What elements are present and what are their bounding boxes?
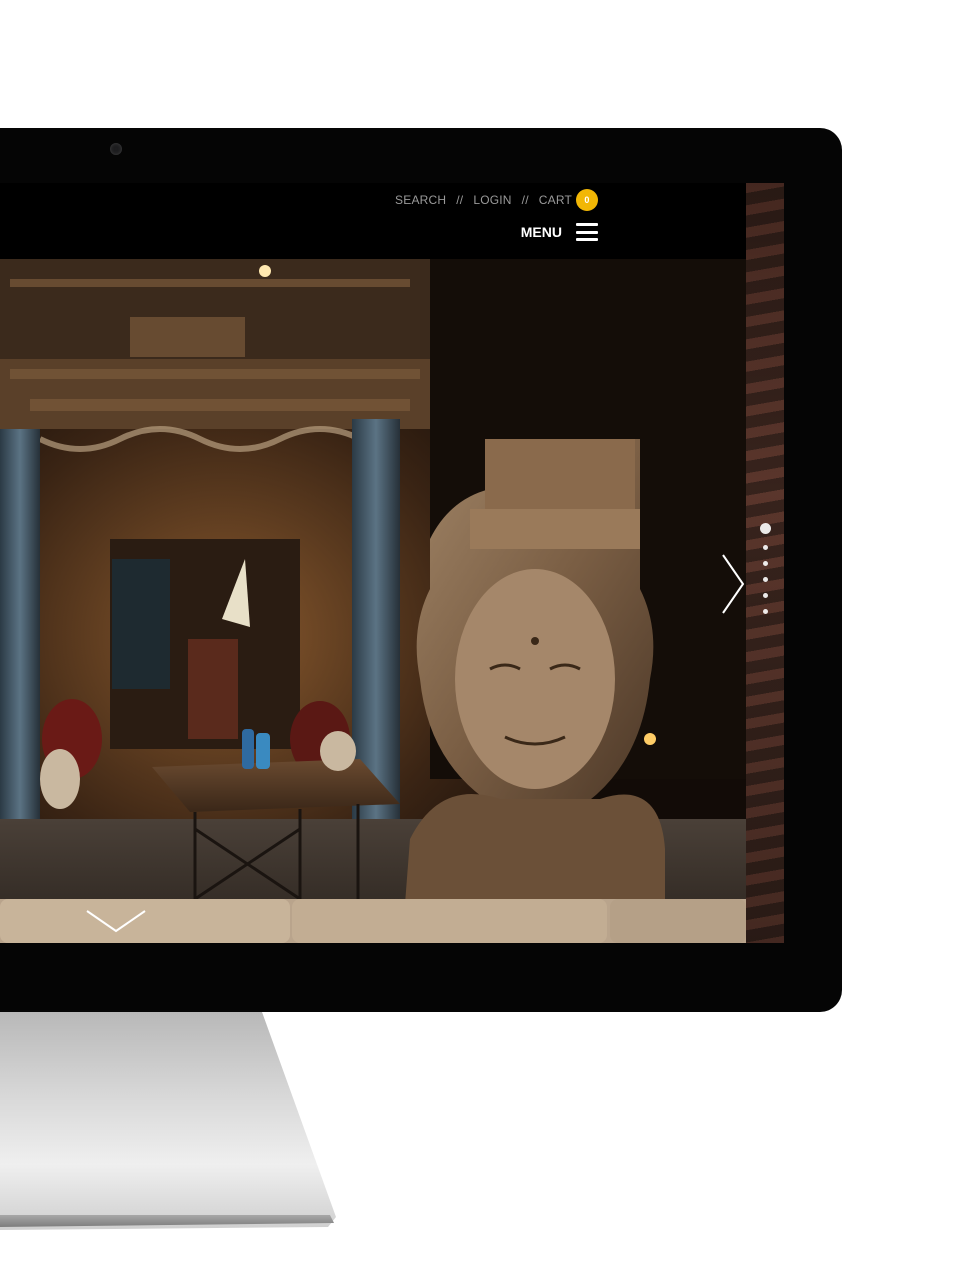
slide-dot[interactable] [760,523,771,534]
chevron-down-icon[interactable] [85,908,147,934]
search-link[interactable]: SEARCH [395,193,446,207]
utility-nav: SEARCH // LOGIN // CART 0 [395,189,598,211]
cart-link[interactable]: CART [539,193,572,207]
slide-dot[interactable] [763,577,768,582]
hero-image [0,259,746,943]
nav-separator: // [521,193,529,207]
menu-label: MENU [520,224,562,240]
camera-icon [110,143,122,155]
monitor-stand [0,1012,336,1230]
slide-dot[interactable] [763,609,768,614]
slide-pagination [760,523,771,614]
cart-count-badge: 0 [576,189,598,211]
chevron-right-icon[interactable] [720,553,746,615]
menu-button[interactable]: MENU [521,223,598,241]
slide-dot[interactable] [763,561,768,566]
website-screen: SEARCH // LOGIN // CART 0 MENU [0,183,784,943]
slide-dot[interactable] [763,545,768,550]
nav-separator: // [456,193,464,207]
hamburger-menu-icon [576,223,598,241]
site-header: SEARCH // LOGIN // CART 0 MENU [0,183,746,259]
login-link[interactable]: LOGIN [473,193,511,207]
slide-dot[interactable] [763,593,768,598]
